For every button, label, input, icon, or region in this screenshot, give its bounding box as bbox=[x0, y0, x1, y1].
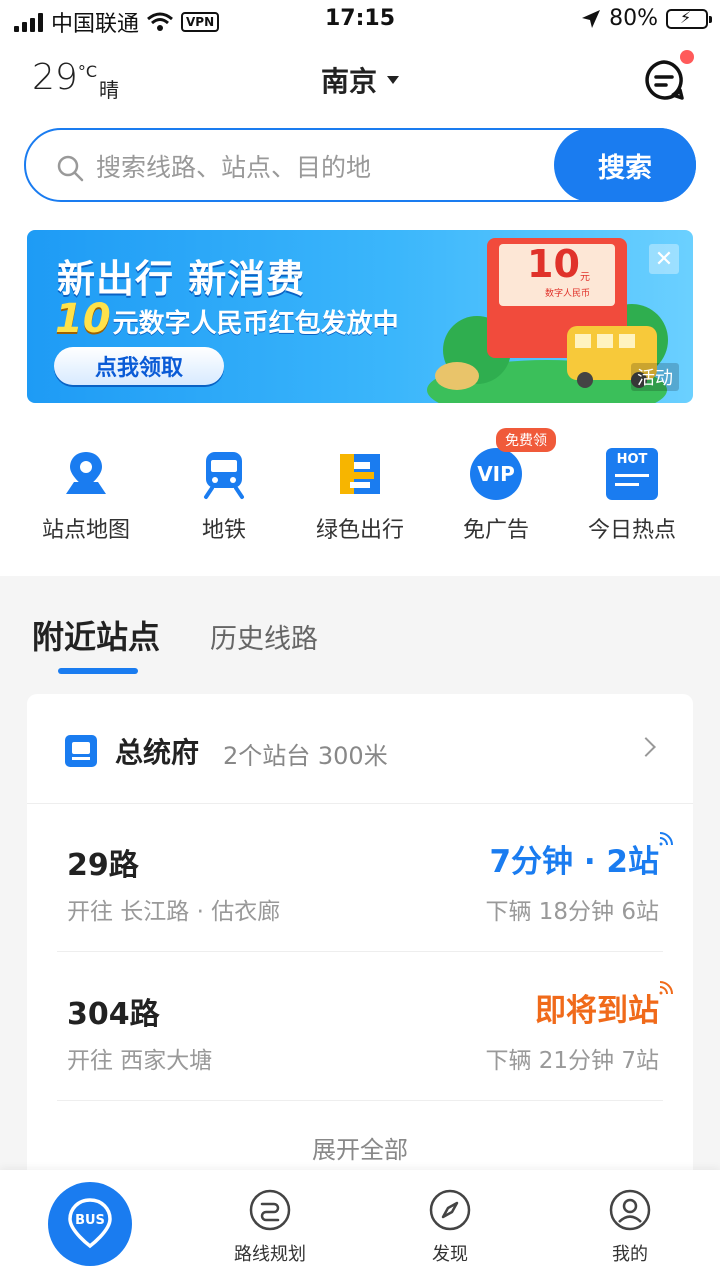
search-input[interactable]: 搜索线路、站点、目的地 bbox=[96, 148, 371, 184]
stop-meta: 2个站台 300米 bbox=[223, 742, 388, 770]
stop-name: 总统府 bbox=[115, 736, 200, 769]
close-icon: ✕ bbox=[654, 246, 674, 272]
banner-title: 新出行 新消费 bbox=[57, 257, 306, 301]
bus-home-icon: BUS bbox=[68, 1198, 112, 1249]
tab-label: 我的 bbox=[612, 1244, 648, 1265]
battery-icon: ⚡ bbox=[666, 8, 712, 29]
bus-home-icon-text: BUS bbox=[75, 1213, 105, 1228]
subway-train-icon bbox=[204, 452, 244, 499]
location-arrow-icon bbox=[582, 9, 601, 28]
user-icon bbox=[609, 1189, 651, 1231]
battery-percent: 80% bbox=[609, 6, 658, 31]
banner-amount: 10 bbox=[55, 296, 111, 342]
tab-profile[interactable]: 我的 bbox=[570, 1188, 690, 1266]
tab-route-planning[interactable]: 路线规划 bbox=[210, 1188, 330, 1266]
city-selector[interactable]: 南京 bbox=[321, 60, 399, 100]
tab-label: 路线规划 bbox=[234, 1244, 306, 1265]
quick-item-subway[interactable]: 地铁 bbox=[154, 430, 294, 544]
hot-news-icon: HOT bbox=[606, 448, 658, 500]
realtime-signal-icon bbox=[659, 981, 673, 995]
route-eta: 即将到站 bbox=[535, 993, 659, 1029]
route-direction: 开往 长江路 · 估衣廊 bbox=[67, 899, 281, 925]
nearby-tabs: 附近站点 历史线路 bbox=[32, 612, 318, 674]
search-button[interactable]: 搜索 bbox=[554, 128, 696, 202]
tab-discover[interactable]: 发现 bbox=[390, 1188, 510, 1266]
promo-banner[interactable]: 10 元 数字人民币 新出行 新消费 10 元数字人民币红包发放中 点我领取 ✕… bbox=[27, 230, 693, 403]
route-planning-icon bbox=[249, 1189, 291, 1231]
quick-item-label: 绿色出行 bbox=[315, 518, 404, 543]
city-name: 南京 bbox=[320, 65, 377, 98]
expand-all-button[interactable]: 展开全部 bbox=[27, 1130, 693, 1165]
quick-item-label: 今日热点 bbox=[587, 518, 676, 543]
map-pin-icon bbox=[66, 452, 106, 494]
app-header: 29 °C 晴 南京 bbox=[0, 48, 720, 108]
status-bar: 中国联通 VPN 17:15 80% ⚡ bbox=[0, 0, 720, 40]
banner-subtitle: 元数字人民币红包发放中 bbox=[112, 309, 399, 339]
claim-button[interactable]: 点我领取 bbox=[54, 347, 224, 385]
tab-nearby-stops[interactable]: 附近站点 bbox=[32, 612, 160, 674]
activity-tag: 活动 bbox=[631, 363, 679, 391]
message-button[interactable] bbox=[642, 50, 694, 102]
quick-item-label: 站点地图 bbox=[41, 518, 130, 543]
compass-icon bbox=[429, 1189, 471, 1231]
unread-dot bbox=[680, 50, 694, 64]
route-name: 29路 bbox=[67, 848, 139, 883]
tab-label: 发现 bbox=[432, 1244, 468, 1265]
route-row[interactable]: 29路 开往 长江路 · 估衣廊 7分钟 · 2站 下辆 18分钟 6站 bbox=[57, 804, 673, 952]
route-name: 304路 bbox=[67, 997, 160, 1032]
route-next-bus: 下辆 21分钟 7站 bbox=[485, 1048, 659, 1074]
vip-icon: VIP bbox=[470, 448, 522, 500]
search-icon bbox=[57, 155, 84, 182]
chevron-right-icon bbox=[636, 737, 656, 757]
route-next-bus: 下辆 18分钟 6站 bbox=[485, 899, 659, 925]
quick-menu: 站点地图 地铁 绿色出行 VIP 免广告 免费领 HOT 今日热点 bbox=[0, 428, 720, 550]
vip-icon-text: VIP bbox=[477, 462, 515, 486]
quick-item-label: 地铁 bbox=[201, 518, 246, 543]
bottom-tab-bar: BUS 路线规划 发现 我的 bbox=[0, 1170, 720, 1280]
route-eta: 7分钟 · 2站 bbox=[489, 844, 659, 880]
route-direction: 开往 西家大塘 bbox=[67, 1048, 213, 1074]
route-row[interactable]: 304路 开往 西家大塘 即将到站 下辆 21分钟 7站 bbox=[57, 953, 673, 1101]
quick-item-hot-news[interactable]: HOT 今日热点 bbox=[562, 430, 702, 544]
quick-item-green-travel[interactable]: 绿色出行 bbox=[290, 430, 430, 544]
green-travel-logo-icon bbox=[340, 454, 380, 494]
banner-card-amount: 10 bbox=[527, 242, 580, 286]
hot-icon-text: HOT bbox=[616, 452, 648, 467]
search-bar[interactable]: 搜索线路、站点、目的地 搜索 bbox=[24, 128, 696, 202]
tab-home-bus[interactable]: BUS bbox=[48, 1182, 132, 1266]
message-icon bbox=[645, 60, 684, 100]
bus-stop-icon bbox=[65, 735, 97, 767]
quick-item-label: 免广告 bbox=[462, 518, 529, 543]
stop-header[interactable]: 总统府 2个站台 300米 bbox=[27, 694, 693, 804]
free-claim-badge: 免费领 bbox=[496, 428, 556, 452]
banner-card-text: 数字人民币 bbox=[545, 289, 591, 299]
banner-close-button[interactable]: ✕ bbox=[649, 244, 679, 274]
tab-history-routes[interactable]: 历史线路 bbox=[210, 617, 318, 656]
realtime-signal-icon bbox=[659, 832, 673, 846]
quick-item-stop-map[interactable]: 站点地图 bbox=[16, 430, 156, 544]
banner-card-unit: 元 bbox=[580, 272, 590, 283]
caret-down-icon bbox=[387, 76, 399, 84]
